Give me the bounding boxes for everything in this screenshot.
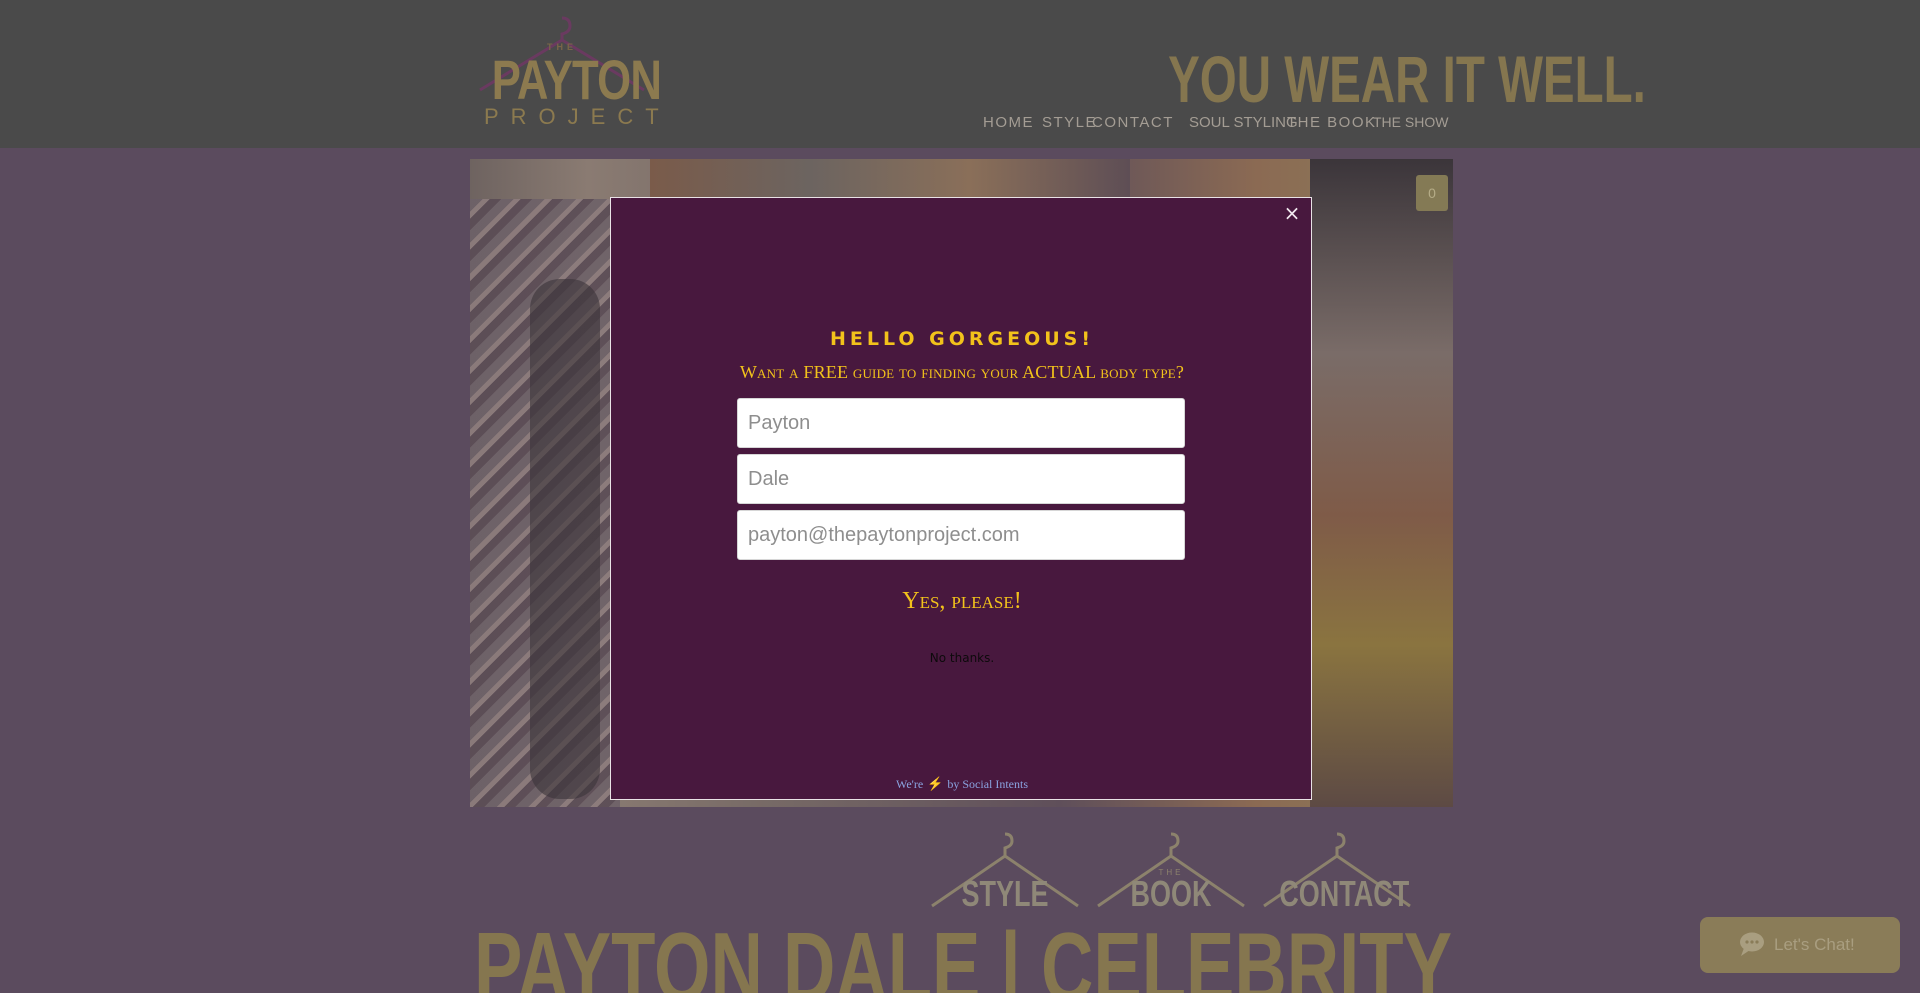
lightning-bolt-icon: ⚡ — [927, 776, 944, 791]
modal-subheading: Want a FREE guide to finding your ACTUAL… — [739, 362, 1185, 382]
submit-button[interactable]: Yes, please! — [837, 583, 1087, 619]
modal-heading: HELLO GORGEOUS! — [829, 328, 1095, 350]
powered-by-footer[interactable]: We're ⚡ by Social Intents — [611, 776, 1313, 792]
first-name-input[interactable] — [737, 398, 1185, 448]
close-icon[interactable]: × — [1281, 202, 1303, 224]
last-name-input[interactable] — [737, 454, 1185, 504]
powered-prefix: We're — [895, 777, 924, 791]
email-input[interactable] — [737, 510, 1185, 560]
powered-suffix: by Social Intents — [947, 777, 1029, 791]
signup-modal: × HELLO GORGEOUS! Want a FREE guide to f… — [610, 197, 1312, 800]
decline-link[interactable]: No thanks. — [611, 651, 1313, 665]
